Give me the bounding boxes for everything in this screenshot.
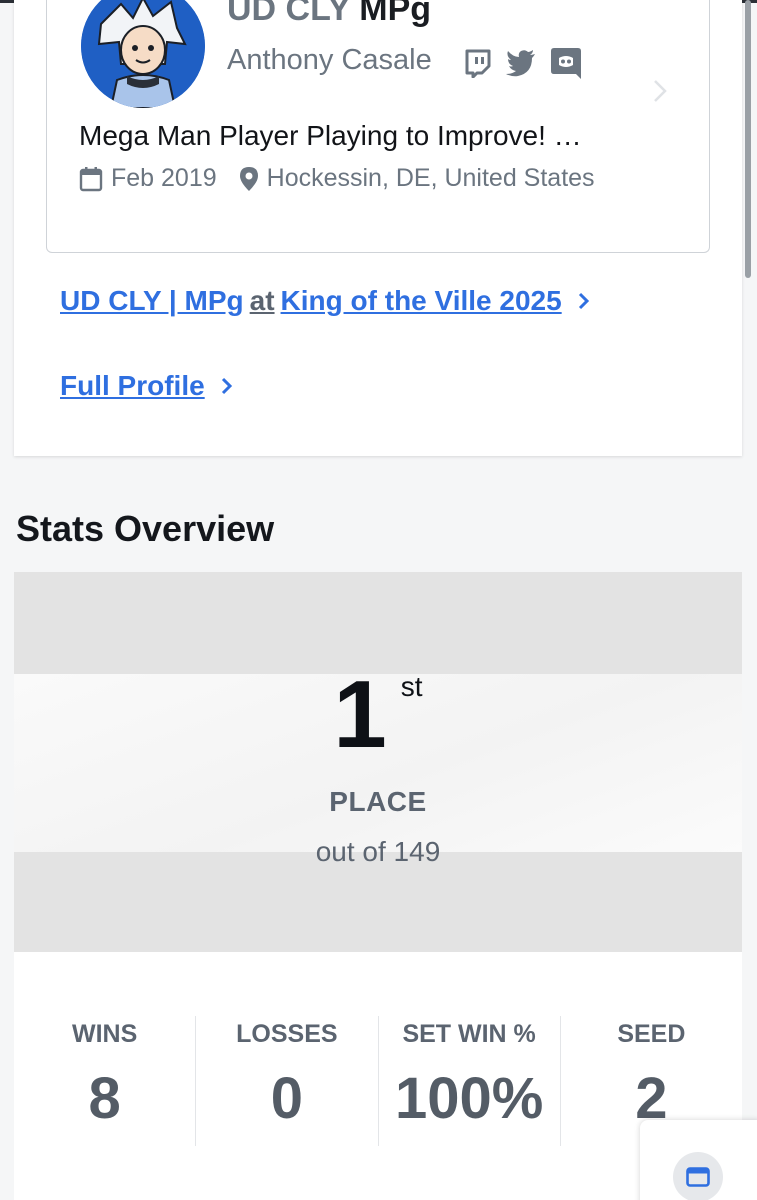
placement-value: 1: [333, 661, 387, 768]
floating-action-panel: [640, 1120, 757, 1200]
placement-banner: 1st PLACE out of 149: [14, 572, 742, 952]
event-name-link[interactable]: King of the Ville 2025: [281, 285, 562, 317]
placement-suffix: st: [400, 671, 423, 702]
window-icon: [686, 1167, 710, 1187]
location-pin-icon: [239, 166, 258, 191]
discord-icon[interactable]: [550, 46, 582, 85]
stat-label: SET WIN %: [402, 1020, 536, 1048]
at-label: at: [249, 285, 275, 316]
social-links: [462, 46, 582, 85]
player-bio: Mega Man Player Playing to Improve! …: [79, 120, 582, 151]
full-profile-link[interactable]: Full Profile: [60, 370, 239, 402]
full-profile-text[interactable]: Full Profile: [60, 370, 205, 402]
gamertag: UD CLY MPg: [227, 0, 431, 29]
stats-overview-title: Stats Overview: [16, 508, 275, 549]
stat-value: 100%: [394, 1066, 544, 1131]
player-event-link[interactable]: UD CLY | MPg at King of the Ville 2025: [60, 285, 596, 317]
place-label: PLACE: [329, 786, 427, 817]
twitter-icon[interactable]: [506, 49, 536, 82]
chevron-right-icon: [221, 377, 232, 395]
stat-label: WINS: [71, 1020, 138, 1048]
real-name: Anthony Casale: [227, 44, 432, 76]
chevron-right-icon: [578, 292, 589, 310]
player-at-event-link[interactable]: UD CLY | MPg: [60, 285, 244, 317]
avatar[interactable]: [81, 0, 205, 108]
location-text: Hockessin, DE, United States: [266, 164, 595, 192]
stat-set-win-percent: SET WIN % 100%: [379, 1016, 561, 1146]
stat-value: 8: [88, 1066, 121, 1131]
user-summary-card[interactable]: UD CLY MPg Anthony Casale Mega Man Playe…: [46, 0, 710, 253]
location: Hockessin, DE, United States: [239, 164, 595, 193]
stat-losses: LOSSES 0: [196, 1016, 379, 1146]
stat-value: 0: [270, 1066, 303, 1131]
chevron-right-icon[interactable]: [652, 78, 668, 109]
stat-label: LOSSES: [236, 1020, 338, 1048]
gamertag-prefix: UD CLY: [227, 0, 360, 28]
page-scrollbar[interactable]: [745, 0, 751, 278]
placement-out-of: out of 149: [315, 836, 441, 867]
gamertag-name: MPg: [359, 0, 432, 28]
joined-date-text: Feb 2019: [111, 164, 217, 192]
profile-meta: Feb 2019 Hockessin, DE, United States: [79, 164, 617, 193]
calendar-icon: [79, 166, 103, 191]
stat-label: SEED: [617, 1020, 686, 1048]
window-toggle-button[interactable]: [673, 1152, 723, 1200]
profile-card: UD CLY MPg Anthony Casale Mega Man Playe…: [14, 0, 742, 456]
joined-date: Feb 2019: [79, 164, 217, 193]
twitch-icon[interactable]: [462, 48, 492, 83]
stat-grid: WINS 8 LOSSES 0 SET WIN % 100% SEED 2: [14, 1016, 742, 1146]
placement-number: 1st: [14, 667, 742, 763]
stats-card: 1st PLACE out of 149 WINS 8 LOSSES 0 SET…: [14, 572, 742, 1200]
stat-wins: WINS 8: [14, 1016, 197, 1146]
